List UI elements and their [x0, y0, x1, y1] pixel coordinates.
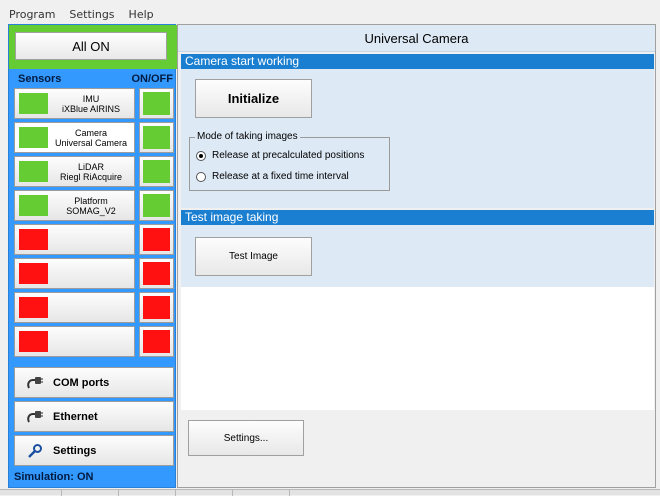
radio-label: Release at a fixed time interval	[212, 171, 349, 182]
camera-panel: Universal Camera Camera start working In…	[177, 24, 656, 488]
ethernet-label: Ethernet	[53, 410, 98, 423]
com-ports-label: COM ports	[53, 376, 110, 389]
sensor-model: iXBlue AIRINS	[61, 103, 121, 114]
sensor-panel: All ON Sensors ON/OFF IMU iXBlue AIRINS …	[8, 24, 177, 488]
menu-program[interactable]: Program	[6, 7, 58, 22]
section-camera-start: Initialize Mode of taking images Release…	[181, 69, 654, 208]
com-ports-button[interactable]: COM ports	[14, 367, 174, 398]
sensor-model: SOMAG_V2	[66, 205, 116, 216]
settings-label: Settings	[53, 444, 97, 457]
sensor-button-platform[interactable]: Platform SOMAG_V2	[14, 190, 135, 221]
status-indicator	[19, 93, 48, 114]
onoff-button-platform[interactable]	[139, 190, 174, 221]
simulation-status: Simulation: ON	[14, 471, 94, 483]
onoff-indicator	[143, 330, 170, 353]
onoff-indicator	[143, 228, 170, 251]
radio-unchecked-icon	[196, 171, 206, 182]
onoff-button-empty[interactable]	[139, 326, 174, 357]
sensor-model: Riegl RiAcquire	[59, 171, 123, 182]
status-bar	[0, 489, 660, 496]
status-indicator	[19, 127, 48, 148]
onoff-button-camera[interactable]	[139, 122, 174, 153]
sensor-button-lidar[interactable]: LiDAR Riegl RiAcquire	[14, 156, 135, 187]
cable-plug-icon	[25, 375, 45, 391]
menu-help[interactable]: Help	[126, 7, 157, 22]
initialize-button[interactable]: Initialize	[195, 79, 312, 118]
onoff-button-empty[interactable]	[139, 258, 174, 289]
radio-checked-icon	[196, 150, 206, 161]
camera-settings-button[interactable]: Settings...	[188, 420, 304, 456]
sensor-row-lidar: LiDAR Riegl RiAcquire	[14, 156, 174, 187]
onoff-indicator	[143, 296, 170, 319]
onoff-indicator	[143, 160, 170, 183]
sensor-row-empty-7	[14, 292, 174, 323]
status-indicator	[19, 161, 48, 182]
sensor-label: IMU iXBlue AIRINS	[48, 94, 134, 114]
sensor-button-empty[interactable]	[14, 292, 135, 323]
wrench-icon	[25, 443, 45, 459]
mode-legend: Mode of taking images	[195, 131, 300, 142]
sensor-label: Platform SOMAG_V2	[48, 196, 134, 216]
onoff-indicator	[143, 92, 170, 115]
sensor-row-empty-6	[14, 258, 174, 289]
onoff-button-empty[interactable]	[139, 292, 174, 323]
sensor-row-empty-8	[14, 326, 174, 357]
sensors-header: Sensors ON/OFF	[9, 73, 177, 87]
sensor-label: Camera Universal Camera	[48, 128, 134, 148]
status-indicator	[19, 297, 48, 318]
sensor-button-empty[interactable]	[14, 326, 135, 357]
all-on-container: All ON	[9, 25, 177, 69]
menu-bar: Program Settings Help	[0, 5, 660, 24]
sensors-heading: Sensors	[18, 73, 62, 85]
mode-groupbox: Mode of taking images Release at precalc…	[189, 131, 390, 191]
status-segment	[233, 490, 290, 496]
sensor-button-empty[interactable]	[14, 258, 135, 289]
all-on-button[interactable]: All ON	[15, 32, 167, 60]
status-segment	[176, 490, 233, 496]
status-indicator	[19, 331, 48, 352]
section-test-image: Test Image	[181, 225, 654, 287]
onoff-heading: ON/OFF	[131, 73, 173, 85]
status-indicator	[19, 263, 48, 284]
sensor-button-camera[interactable]: Camera Universal Camera	[14, 122, 135, 153]
onoff-indicator	[143, 262, 170, 285]
status-segment	[62, 490, 119, 496]
sensor-type: IMU	[82, 93, 100, 104]
sensor-model: Universal Camera	[54, 137, 128, 148]
sensor-button-imu[interactable]: IMU iXBlue AIRINS	[14, 88, 135, 119]
section-header-camera-start: Camera start working	[181, 54, 654, 69]
status-segment	[119, 490, 176, 496]
sensor-row-camera: Camera Universal Camera	[14, 122, 174, 153]
sensor-row-platform: Platform SOMAG_V2	[14, 190, 174, 221]
settings-button[interactable]: Settings	[14, 435, 174, 466]
onoff-button-lidar[interactable]	[139, 156, 174, 187]
status-indicator	[19, 195, 48, 216]
status-segment	[0, 490, 62, 496]
onoff-indicator	[143, 126, 170, 149]
section-header-test-image: Test image taking	[181, 210, 654, 225]
sensor-type: LiDAR	[77, 161, 104, 172]
preview-area	[181, 287, 654, 410]
radio-label: Release at precalculated positions	[212, 150, 365, 161]
sensor-label: LiDAR Riegl RiAcquire	[48, 162, 134, 182]
sensor-row-empty-5	[14, 224, 174, 255]
panel-title: Universal Camera	[178, 25, 655, 52]
sensor-row-imu: IMU iXBlue AIRINS	[14, 88, 174, 119]
radio-fixed-interval[interactable]: Release at a fixed time interval	[196, 171, 349, 182]
onoff-button-empty[interactable]	[139, 224, 174, 255]
onoff-indicator	[143, 194, 170, 217]
ethernet-button[interactable]: Ethernet	[14, 401, 174, 432]
sensor-type: Camera	[74, 127, 107, 138]
sensor-button-empty[interactable]	[14, 224, 135, 255]
radio-precalculated[interactable]: Release at precalculated positions	[196, 150, 364, 161]
cable-plug-icon	[25, 409, 45, 425]
status-indicator	[19, 229, 48, 250]
onoff-button-imu[interactable]	[139, 88, 174, 119]
test-image-button[interactable]: Test Image	[195, 237, 312, 276]
sensor-type: Platform	[74, 195, 108, 206]
menu-settings[interactable]: Settings	[66, 7, 117, 22]
